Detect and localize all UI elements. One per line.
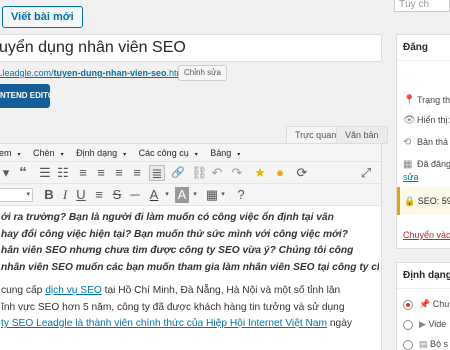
table-icon[interactable]: ▦ (205, 187, 219, 203)
publish-box: Đăng 📍 Trạng th 👁Hiển thị: ⟲ Bản thả ▦ Đã đ… (396, 34, 450, 249)
menu-table[interactable]: Bảng ▾ (210, 144, 245, 164)
status-row: 📍 Trạng th (403, 95, 450, 106)
unlink-icon[interactable]: ⛓ (191, 165, 208, 181)
numbered-list-icon[interactable]: ☷ (57, 165, 69, 181)
eye-icon: 👁 (403, 115, 416, 126)
bold-icon[interactable]: B (43, 187, 55, 203)
body-paragraph: cung cấp dịch vụ SEO tại Hồ Chí Minh, Đà… (1, 283, 379, 333)
seo-score-badge: 🔒 SEO: 59 (397, 187, 450, 215)
align-justify-icon[interactable]: ≡ (93, 187, 105, 203)
text-color-caret-icon[interactable]: ▾ (163, 187, 171, 203)
redo-icon[interactable]: ↷ (231, 165, 243, 181)
video-icon: ▶ (419, 319, 426, 329)
format-radio-gallery[interactable] (403, 340, 413, 350)
editor-content[interactable]: ới ra trường? Bạn là người đi làm muốn c… (1, 210, 379, 340)
permalink: .leadgle.com/tuyen-dung-nhan-vien-seo.ht… (0, 68, 186, 78)
editor-toolbar-row-1: ▾ “ ☰ ☷ ≡ ≡ ≡ ≡ ≣ 🔗 ⛓ ↶ ↷ ★ ● ⟳ ⤢ (0, 162, 381, 184)
seo-lock-icon: 🔒 (404, 196, 416, 206)
body-text: tại Hồ Chí Minh, Đà Nẵng, Hà Nội và một … (101, 285, 341, 296)
visibility-row: 👁Hiển thị: (403, 115, 450, 126)
body-text: ĩnh vực SEO hơn 5 năm, công ty đã được k… (1, 301, 345, 313)
post-title-input[interactable]: uyển dụng nhân viên SEO (0, 34, 382, 62)
tab-text[interactable]: Văn bản (336, 126, 388, 144)
italic-icon[interactable]: I (59, 187, 71, 203)
undo-icon[interactable]: ↶ (211, 165, 223, 181)
frontend-editor-button[interactable]: NTEND EDITOR (0, 84, 50, 108)
justify-icon[interactable]: ≣ (149, 165, 165, 181)
align-right-alt-icon[interactable]: ≡ (131, 165, 143, 181)
fullscreen-icon[interactable]: ⤢ (359, 165, 373, 181)
leadgle-link[interactable]: ty SEO Leadgle là thành viên chính thức … (1, 318, 206, 329)
revisions-row: ⟲ Bản thả (403, 137, 449, 148)
align-left-icon[interactable]: ≡ (77, 165, 89, 181)
strikethrough-icon[interactable]: S (111, 187, 123, 203)
body-text: cung cấp (1, 285, 46, 296)
published-on-row: ▦ Đã đăng (403, 159, 450, 170)
content-editor[interactable]: em ▾ Chèn ▾ Định dạng ▾ Các công cụ ▾ Bảng ▾ … (0, 143, 382, 350)
lead-line-1: ới ra trường? Bạn là người đi làm muốn c… (1, 212, 334, 223)
background-color-icon[interactable]: A (175, 187, 189, 203)
menu-insert[interactable]: Chèn ▾ (33, 144, 69, 164)
format-radio-video[interactable] (403, 320, 413, 330)
table-caret-icon[interactable]: ▾ (219, 187, 227, 203)
editor-menubar: em ▾ Chèn ▾ Định dạng ▾ Các công cụ ▾ Bảng ▾ (0, 144, 381, 162)
edit-slug-button[interactable]: Chỉnh sửa (178, 65, 227, 81)
horizontal-rule-icon[interactable]: ─ (129, 187, 141, 203)
lead-line-2: hay đổi công việc hiện tại? Bạn muốn thử… (1, 228, 348, 240)
format-label-video: ▶ Vide (419, 319, 447, 329)
help-icon[interactable]: ? (235, 187, 247, 203)
paragraph-format-caret-icon[interactable]: ▾ (1, 165, 11, 181)
format-box-title: Định dạng (397, 263, 450, 289)
lead-paragraph: ới ra trường? Bạn là người đi làm muốn c… (1, 210, 379, 276)
lead-line-4: nhân viên SEO muốn các bạn muốn tham gia… (1, 261, 379, 273)
format-label-gallery: ▤ Bộ s (419, 339, 449, 349)
format-label-standard: 📌 Chu (419, 299, 450, 309)
text-color-icon[interactable]: A (147, 187, 161, 203)
blockquote-icon[interactable]: “ (17, 165, 29, 181)
star-icon[interactable]: ★ (253, 165, 267, 181)
revisions-icon: ⟲ (403, 137, 412, 148)
seo-service-link[interactable]: dịch vụ SEO (45, 285, 102, 296)
lead-line-3: hân viên SEO nhưng chưa tìm được công ty… (1, 245, 354, 256)
font-size-select[interactable]: ▾ (0, 188, 33, 202)
menu-format[interactable]: Định dạng ▾ (76, 144, 131, 164)
calendar-icon: ▦ (403, 159, 413, 170)
background-color-caret-icon[interactable]: ▾ (191, 187, 199, 203)
shortcode-icon[interactable]: ● (273, 165, 287, 181)
refresh-icon[interactable]: ⟳ (295, 165, 309, 181)
permalink-link[interactable]: .leadgle.com/tuyen-dung-nhan-vien-seo.ht… (0, 68, 186, 78)
publish-box-title: Đăng (397, 35, 450, 61)
bulleted-list-icon[interactable]: ☰ (39, 165, 51, 181)
add-new-post-button[interactable]: Viết bài mới (2, 6, 83, 28)
gallery-icon: ▤ (419, 339, 428, 349)
align-right-icon[interactable]: ≡ (113, 165, 125, 181)
vnia-link[interactable]: Hiệp Hội Internet Việt Nam (206, 318, 327, 329)
edit-date-link[interactable]: sửa (403, 172, 419, 182)
screen-options-button[interactable]: Tùy ch (394, 0, 450, 12)
link-icon[interactable]: 🔗 (171, 165, 185, 181)
menu-tools[interactable]: Các công cụ ▾ (139, 144, 203, 164)
body-text: ngày (327, 318, 352, 329)
format-box: Định dạng 📌 Chu ▶ Vide ▤ Bộ s (396, 262, 450, 350)
move-to-trash-link[interactable]: Chuyển vào T (403, 230, 450, 240)
align-center-icon[interactable]: ≡ (95, 165, 107, 181)
pin-icon: 📍 (403, 95, 416, 106)
underline-icon[interactable]: U (75, 187, 87, 203)
menu-view[interactable]: em ▾ (0, 144, 26, 164)
pin-icon: 📌 (419, 299, 431, 309)
format-radio-standard[interactable] (403, 300, 413, 310)
editor-toolbar-row-2: ▾ B I U ≡ S ─ A ▾ A ▾ ▦ ▾ ? (0, 184, 381, 206)
